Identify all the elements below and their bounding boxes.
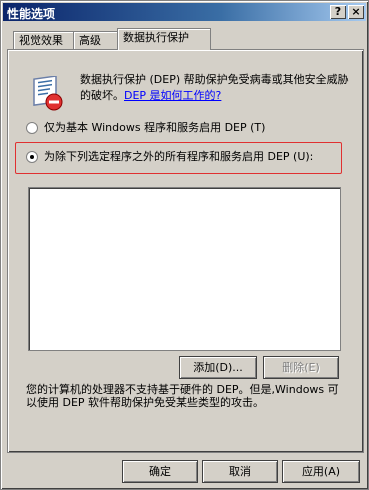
dep-panel: 数据执行保护 (DEP) 帮助保护免受病毒或其他安全威胁的破坏。DEP 是如何工… [7,49,364,453]
help-button[interactable]: ? [330,5,346,19]
window-title: 性能选项 [7,7,56,21]
radio-all-except[interactable]: 为除下列选定程序之外的所有程序和服务启用 DEP (U): [26,149,313,165]
tab-advanced[interactable]: 高级 [73,31,119,50]
shield-document-icon [33,76,63,111]
radio-button[interactable] [26,122,38,134]
tab-dep[interactable]: 数据执行保护 [117,28,211,50]
dep-help-link[interactable]: DEP 是如何工作的? [124,89,221,102]
tab-label: 数据执行保护 [123,31,189,44]
tab-label: 视觉效果 [19,34,63,47]
ok-button[interactable]: 确定 [122,460,198,483]
tab-label: 高级 [79,34,101,47]
radio-button[interactable] [26,151,38,163]
radio-label: 为除下列选定程序之外的所有程序和服务启用 DEP (U): [44,150,314,163]
excluded-programs-list[interactable] [28,187,341,351]
add-button[interactable]: 添加(D)... [179,356,257,379]
dep-description: 数据执行保护 (DEP) 帮助保护免受病毒或其他安全威胁的破坏。DEP 是如何工… [80,72,355,104]
title-bar[interactable]: 性能选项 ? × [3,3,366,21]
apply-button[interactable]: 应用(A) [282,460,360,483]
radio-basic-only[interactable]: 仅为基本 Windows 程序和服务启用 DEP (T) [26,120,265,136]
performance-options-window: 性能选项 ? × 视觉效果 高级 数据执行保护 数据执行保护 (DEP) 帮助保… [0,0,369,490]
cancel-button[interactable]: 取消 [202,460,278,483]
close-button[interactable]: × [348,5,364,19]
remove-button[interactable]: 删除(E) [263,356,339,379]
dep-hardware-note: 您的计算机的处理器不支持基于硬件的 DEP。但是,Windows 可以使用 DE… [26,383,339,409]
radio-label: 仅为基本 Windows 程序和服务启用 DEP (T) [44,121,266,134]
